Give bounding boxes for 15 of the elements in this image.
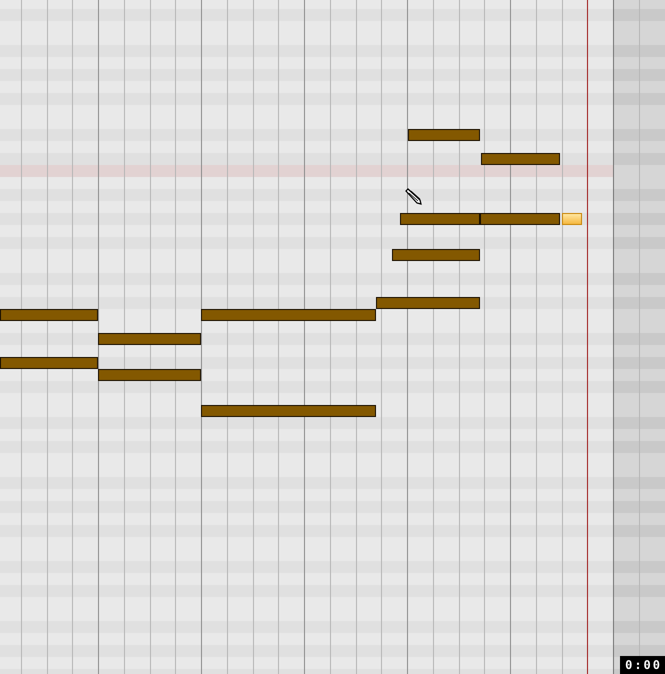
note-block[interactable] <box>201 309 376 321</box>
note-block[interactable] <box>0 309 98 321</box>
note-block[interactable] <box>408 129 480 141</box>
note-block[interactable] <box>98 369 201 381</box>
note-block[interactable] <box>392 249 480 261</box>
note-block[interactable] <box>98 333 201 345</box>
note-block[interactable] <box>201 405 376 417</box>
note-block[interactable] <box>480 213 560 225</box>
time-display: 0:00 <box>620 656 665 674</box>
note-block[interactable] <box>562 213 582 225</box>
note-block[interactable] <box>0 357 98 369</box>
note-block[interactable] <box>400 213 480 225</box>
pencil-cursor-icon <box>405 188 422 205</box>
note-block[interactable] <box>376 297 480 309</box>
note-block[interactable] <box>481 153 560 165</box>
